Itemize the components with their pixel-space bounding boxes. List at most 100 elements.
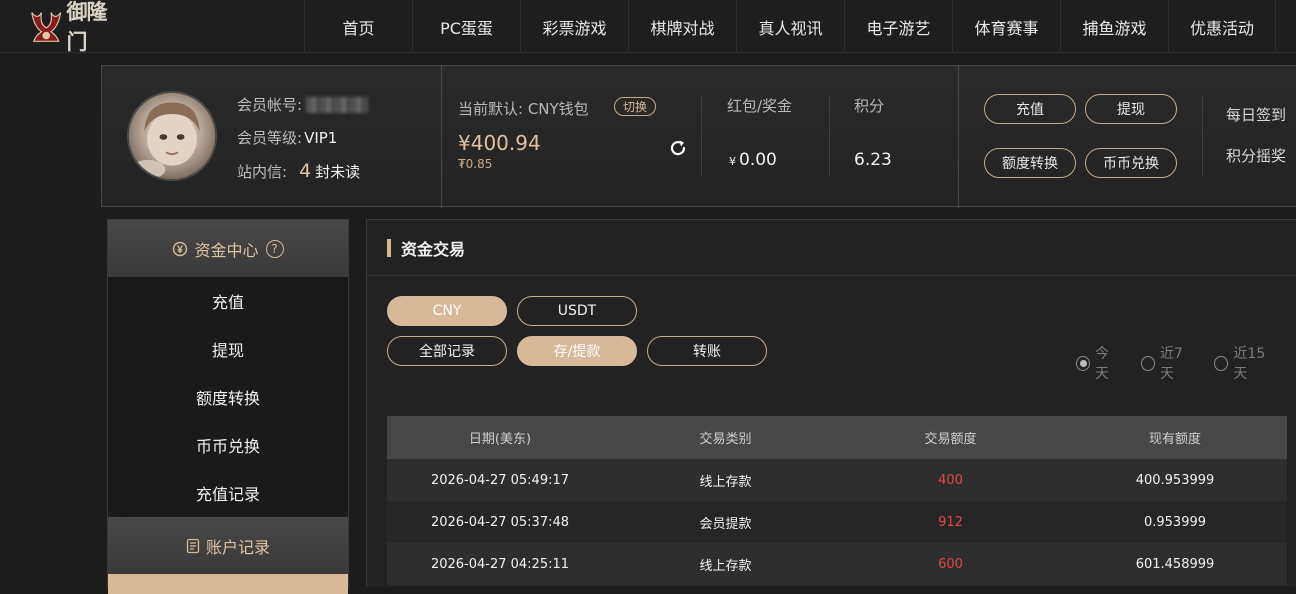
brand-name: 御隆门 <box>66 0 107 54</box>
nav-sports[interactable]: 体育赛事 <box>952 0 1060 53</box>
main-nav: 首页 PC蛋蛋 彩票游戏 棋牌对战 真人视讯 电子游艺 体育赛事 捕鱼游戏 优惠… <box>304 0 1276 53</box>
date-range-filter: 今天 近7天 近15天 <box>1076 343 1296 383</box>
bonus-amount: 0.00 <box>739 150 777 170</box>
radio-dot <box>1140 355 1156 371</box>
message-label: 站内信: <box>237 162 288 181</box>
sidebar-item-transfer[interactable]: 额度转换 <box>108 373 348 421</box>
panel-header: 资金交易 <box>367 220 1296 276</box>
tab-cny[interactable]: CNY <box>387 296 507 326</box>
row-amount: 600 <box>938 556 963 572</box>
col-date: 日期(美东) <box>468 432 532 447</box>
range-today-label: 今天 <box>1095 346 1110 382</box>
exchange-button[interactable]: 币币兑换 <box>1085 148 1177 178</box>
nav-promotions[interactable]: 优惠活动 <box>1168 0 1276 53</box>
nav-chess-cards[interactable]: 棋牌对战 <box>628 0 736 53</box>
nav-live-video[interactable]: 真人视讯 <box>736 0 844 53</box>
divider <box>701 96 702 176</box>
bonus-label: 红包/奖金 <box>727 97 793 115</box>
member-level-value: VIP1 <box>304 128 338 147</box>
refresh-icon[interactable] <box>668 138 688 158</box>
tab-usdt[interactable]: USDT <box>517 296 637 326</box>
withdraw-button[interactable]: 提现 <box>1085 94 1177 124</box>
member-account-line: 会员帐号: <box>237 94 369 115</box>
member-account-label: 会员帐号: <box>237 96 303 114</box>
document-icon <box>186 538 200 553</box>
col-amount: 交易额度 <box>924 432 977 447</box>
default-wallet-label: 当前默认: CNY钱包 <box>458 100 589 118</box>
sidebar-section-records-label: 账户记录 <box>205 537 270 557</box>
radio-dot <box>1214 355 1229 371</box>
row-date: 2026-04-27 05:37:48 <box>430 514 570 530</box>
wallet-balance: ¥400.94 <box>458 131 541 155</box>
range-7days[interactable]: 近7天 <box>1140 343 1194 383</box>
col-type: 交易类别 <box>699 432 752 447</box>
divider <box>829 96 830 176</box>
member-level-label: 会员等级: <box>237 129 303 147</box>
row-amount: 912 <box>938 514 963 530</box>
member-level-line: 会员等级: VIP1 <box>237 127 337 148</box>
range-today[interactable]: 今天 <box>1076 343 1121 383</box>
row-date: 2026-04-27 05:49:17 <box>430 472 570 488</box>
transaction-table: 日期(美东) 交易类别 交易额度 现有额度 2026-04-27 05:49:1… <box>387 416 1287 585</box>
row-type: 线上存款 <box>699 474 752 490</box>
account-panel: 会员帐号: 会员等级: VIP1 站内信: 4 封未读 当前默认: CNY钱包 … <box>101 65 1296 208</box>
table-header: 日期(美东) 交易类别 交易额度 现有额度 <box>387 416 1287 459</box>
tab-transfer[interactable]: 转账 <box>647 336 767 366</box>
table-row: 2026-04-27 05:37:48 会员提款 912 0.953999 <box>387 501 1287 543</box>
nav-fishing[interactable]: 捕鱼游戏 <box>1060 0 1168 53</box>
switch-wallet-button[interactable]: 切换 <box>614 97 656 116</box>
unread-unit: 封未读 <box>315 162 361 181</box>
title-accent <box>387 238 391 257</box>
message-line[interactable]: 站内信: 4 封未读 <box>237 160 360 182</box>
nav-slots[interactable]: 电子游艺 <box>844 0 952 53</box>
sidebar: 资金中心 ? 充值 提现 额度转换 币币兑换 充值记录 账户记录 <box>107 219 349 594</box>
row-type: 线上存款 <box>699 558 752 574</box>
top-navbar: 御隆门 首页 PC蛋蛋 彩票游戏 棋牌对战 真人视讯 电子游艺 体育赛事 捕鱼游… <box>0 0 1296 54</box>
row-balance: 400.953999 <box>1135 472 1215 488</box>
transfer-button[interactable]: 额度转换 <box>984 148 1076 178</box>
sidebar-item-deposit-records[interactable]: 充值记录 <box>108 469 348 517</box>
row-date: 2026-04-27 04:25:11 <box>430 556 570 572</box>
usdt-balance: ₮0.85 <box>458 157 493 171</box>
points-lottery-link[interactable]: 积分摇奖 <box>1226 145 1286 166</box>
row-type: 会员提款 <box>699 516 752 532</box>
row-balance: 0.953999 <box>1143 514 1207 530</box>
sidebar-item-deposit[interactable]: 充值 <box>108 277 348 325</box>
avatar-photo-icon <box>130 102 200 179</box>
sidebar-item-withdraw[interactable]: 提现 <box>108 325 348 373</box>
help-icon[interactable]: ? <box>265 239 284 258</box>
page-title: 资金交易 <box>401 239 466 259</box>
tab-deposit-withdraw[interactable]: 存/提款 <box>517 336 637 366</box>
yen-circle-icon <box>173 241 188 256</box>
member-account-masked <box>306 96 369 113</box>
main-panel: 资金交易 CNY USDT 全部记录 存/提款 转账 今天 近7天 近15天 日… <box>366 219 1296 587</box>
range-7days-label: 近7天 <box>1160 346 1183 382</box>
divider <box>1202 96 1203 176</box>
tab-all-records[interactable]: 全部记录 <box>387 336 507 366</box>
deposit-button[interactable]: 充值 <box>984 94 1076 124</box>
sidebar-section-records: 账户记录 <box>108 517 348 574</box>
table-row: 2026-04-27 05:49:17 线上存款 400 400.953999 <box>387 459 1287 501</box>
bonus-value: ¥0.00 <box>729 150 777 170</box>
logo-mark-icon <box>31 12 62 42</box>
points-value: 6.23 <box>854 150 892 170</box>
row-amount: 400 <box>938 472 963 488</box>
avatar[interactable] <box>127 91 217 181</box>
unread-count: 4 <box>299 160 312 182</box>
range-15days[interactable]: 近15天 <box>1214 343 1276 383</box>
col-balance: 现有额度 <box>1148 432 1201 447</box>
points-label: 积分 <box>854 97 885 115</box>
divider <box>958 66 959 208</box>
sidebar-item-exchange[interactable]: 币币兑换 <box>108 421 348 469</box>
nav-home[interactable]: 首页 <box>304 0 412 53</box>
nav-pc-egg[interactable]: PC蛋蛋 <box>412 0 520 53</box>
nav-lottery[interactable]: 彩票游戏 <box>520 0 628 53</box>
row-balance: 601.458999 <box>1135 556 1215 572</box>
daily-signin-link[interactable]: 每日签到 <box>1226 104 1286 125</box>
sidebar-item-active[interactable] <box>108 574 348 594</box>
table-row: 2026-04-27 04:25:11 线上存款 600 601.458999 <box>387 543 1287 585</box>
sidebar-section-funds: 资金中心 ? <box>108 220 348 277</box>
bonus-currency: ¥ <box>729 155 736 168</box>
range-15days-label: 近15天 <box>1233 346 1266 382</box>
brand-logo[interactable]: 御隆门 <box>28 0 124 54</box>
